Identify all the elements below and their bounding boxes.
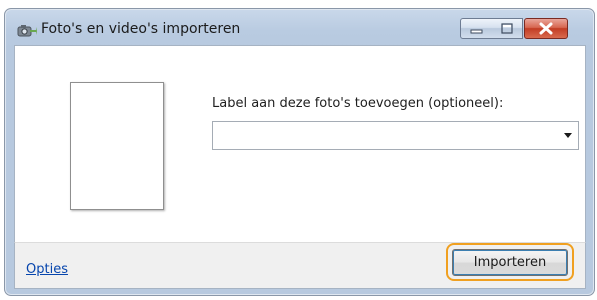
- tag-label: Label aan deze foto's toevoegen (optione…: [212, 96, 504, 111]
- import-button[interactable]: Importeren: [452, 249, 568, 276]
- chevron-down-icon[interactable]: [564, 133, 572, 138]
- close-button[interactable]: [524, 18, 568, 39]
- minimize-icon: [470, 29, 483, 34]
- options-link[interactable]: Opties: [26, 262, 68, 277]
- import-dialog-window: Foto's en video's importeren Label aan d…: [4, 8, 595, 296]
- tag-combobox[interactable]: [212, 121, 579, 150]
- dialog-content: Label aan deze foto's toevoegen (optione…: [14, 45, 586, 242]
- camera-import-icon: [17, 22, 37, 37]
- maximize-button[interactable]: [492, 18, 523, 39]
- maximize-icon: [501, 23, 513, 34]
- title-bar[interactable]: Foto's en video's importeren: [5, 9, 594, 47]
- photo-thumbnail: [70, 82, 164, 210]
- tag-input[interactable]: [215, 124, 559, 148]
- close-icon: [539, 22, 553, 35]
- dialog-footer: Opties Importeren: [14, 242, 586, 289]
- minimize-button[interactable]: [460, 18, 494, 39]
- window-title: Foto's en video's importeren: [41, 21, 241, 37]
